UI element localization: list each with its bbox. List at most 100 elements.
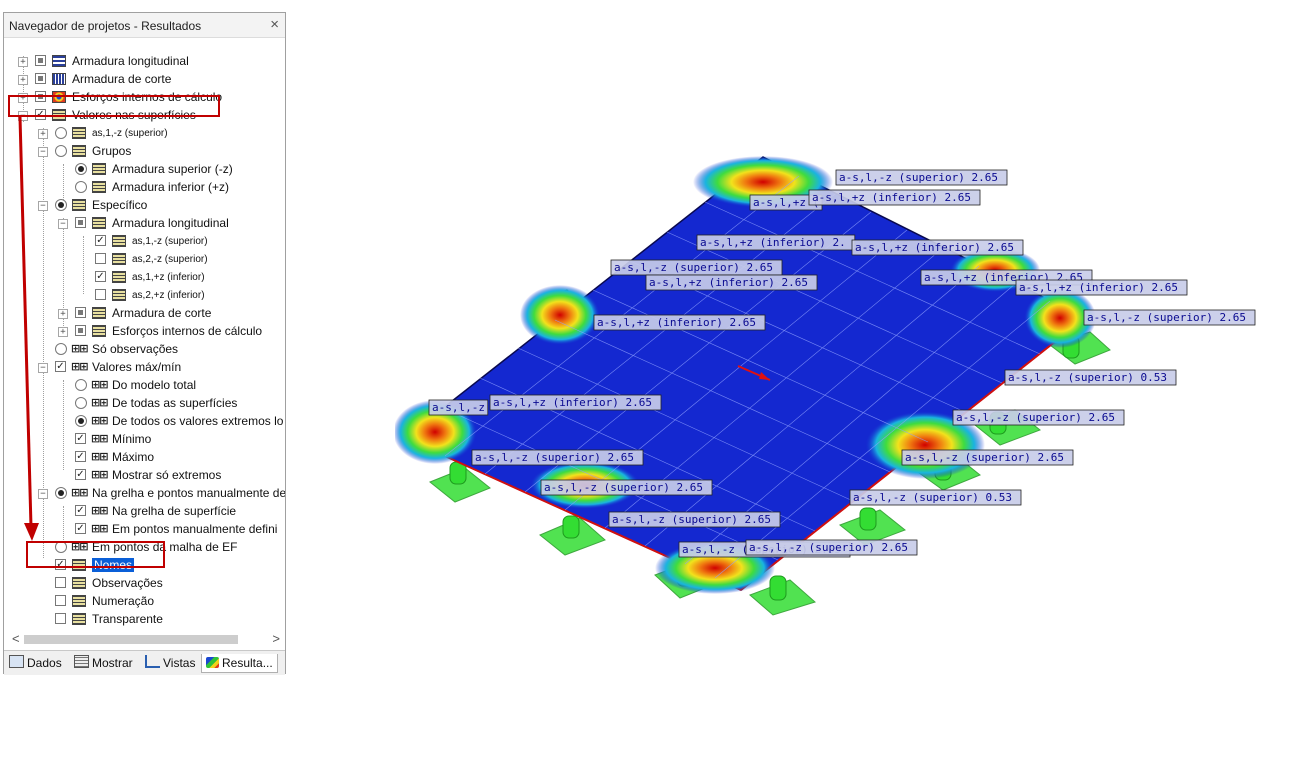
tree-item-label: Só observações [92, 342, 179, 356]
max-min-icon: ⊞⊞ [91, 450, 108, 463]
tree-item-label: Específico [92, 198, 148, 212]
radio-button[interactable] [55, 145, 67, 157]
result-label-text: a-s,l,-z (superior) 2.65 [839, 171, 998, 184]
checkbox[interactable] [75, 217, 86, 228]
checkbox[interactable] [35, 73, 46, 84]
annotation-arrow [18, 117, 39, 541]
checkbox[interactable] [55, 613, 66, 624]
checkbox[interactable] [95, 253, 106, 264]
max-min-icon: ⊞⊞ [71, 360, 88, 373]
highlight-box-nomes [26, 541, 165, 568]
result-label: a-s,l,-z (superior) 2.65 [1083, 309, 1256, 326]
checkbox[interactable]: ✓ [55, 361, 66, 372]
checkbox[interactable] [55, 595, 66, 606]
expand-icon[interactable]: + [18, 57, 28, 67]
checkbox[interactable] [95, 289, 106, 300]
result-label: a-s,l,+z (inferior) 2.65 [808, 189, 981, 206]
expand-icon[interactable]: + [58, 327, 68, 337]
result-label-text: a-s,l,+z (inferior) 2.65 [597, 316, 756, 329]
max-min-icon: ⊞⊞ [71, 486, 88, 499]
result-label: a-s,l,-z (superior) 2.65 [540, 479, 713, 496]
scroll-left-icon[interactable]: < [12, 631, 20, 646]
highlight-box-valores [8, 95, 220, 117]
tab-vistas[interactable]: Vistas [145, 654, 195, 672]
tab-label: Vistas [163, 656, 196, 670]
result-label-text: a-s,l,+z (inferior) 2.65 [812, 191, 971, 204]
radio-button[interactable] [55, 343, 67, 355]
max-min-icon: ⊞⊞ [91, 468, 108, 481]
horizontal-scrollbar[interactable]: < > [10, 631, 282, 647]
tab-mostrar[interactable]: Mostrar [74, 654, 133, 672]
collapse-icon[interactable]: − [58, 219, 68, 229]
tree-item-label: Transparente [92, 612, 163, 626]
tree-item-label: Na grelha e pontos manualmente de [92, 486, 285, 500]
radio-button[interactable] [75, 397, 87, 409]
radio-button[interactable] [75, 415, 87, 427]
display-icon [74, 655, 89, 668]
panel-title-bar: Navegador de projetos - Resultados × [4, 13, 285, 38]
checkbox[interactable]: ✓ [75, 523, 86, 534]
radio-button[interactable] [75, 181, 87, 193]
checkbox[interactable]: ✓ [95, 235, 106, 246]
radio-button[interactable] [75, 379, 87, 391]
tab-label: Dados [27, 656, 62, 670]
checkbox[interactable]: ✓ [95, 271, 106, 282]
panel-title: Navegador de projetos - Resultados [9, 19, 202, 33]
surface-values-icon [92, 307, 106, 319]
tab-dados[interactable]: Dados [9, 654, 62, 672]
scroll-right-icon[interactable]: > [272, 631, 280, 646]
surface-values-icon [72, 577, 86, 589]
surface-values-icon [92, 325, 106, 337]
checkbox[interactable] [75, 325, 86, 336]
radio-button[interactable] [55, 487, 67, 499]
result-label-text: a-s,l,-z (superior) 2.65 [905, 451, 1064, 464]
tree-item-label: De todas as superfícies [112, 396, 238, 410]
result-label-text: a-s,l,+z (inferior) 2.65 [649, 276, 808, 289]
radio-button[interactable] [55, 199, 67, 211]
expand-icon[interactable]: + [58, 309, 68, 319]
scrollbar-thumb[interactable] [24, 635, 238, 644]
result-label: a-s,l,-z (superior) 2.65 [610, 259, 783, 276]
result-label-text: a-s,l,-z (superior) 2.65 [1087, 311, 1246, 324]
surface-values-icon [92, 181, 106, 193]
checkbox[interactable] [75, 307, 86, 318]
model-3d-view[interactable]: a-s,l,-z (superior) 2.65a-s,l,+z (a-s,l,… [395, 150, 1275, 620]
radio-button[interactable] [55, 127, 67, 139]
max-min-icon: ⊞⊞ [91, 504, 108, 517]
max-min-icon: ⊞⊞ [71, 342, 88, 355]
result-label: a-s,l,-z (superior) 2.65 [745, 539, 918, 556]
result-label: a-s,l,+z (inferior) 2.65 [489, 394, 662, 411]
tab-label: Mostrar [92, 656, 133, 670]
data-icon [9, 655, 24, 668]
tab-resultados[interactable]: Resulta... [201, 654, 278, 673]
checkbox[interactable]: ✓ [75, 433, 86, 444]
expand-icon[interactable]: + [18, 75, 28, 85]
checkbox[interactable]: ✓ [75, 505, 86, 516]
checkbox[interactable] [55, 577, 66, 588]
checkbox[interactable] [35, 55, 46, 66]
tree-item-label: as,1,+z (inferior) [132, 272, 205, 283]
project-navigator-panel: Navegador de projetos - Resultados × + A… [3, 12, 286, 675]
result-label-text: a-s,l,+z (inferior) 2.65 [1019, 281, 1178, 294]
close-icon[interactable]: × [270, 16, 279, 33]
result-label: a-s,l,+z (inferior) 2.65 [1015, 279, 1188, 296]
groups-icon [72, 145, 86, 157]
checkbox[interactable]: ✓ [75, 469, 86, 480]
results-icon [206, 657, 219, 668]
views-icon [145, 655, 160, 668]
result-label: a-s,l,-z (superior) 0.53 [849, 489, 1022, 506]
result-label: a-s,l,-z (superior) 0.53 [1004, 369, 1177, 386]
result-label-text: a-s,l,-z (superior) 2.65 [475, 451, 634, 464]
result-label: a-s,l,-z (superior) 2.65 [471, 449, 644, 466]
surface-values-icon [112, 271, 126, 283]
result-label-text: a-s,l,-z (superior) 0.53 [853, 491, 1012, 504]
result-label-text: a-s,l,-z (superior) 2.65 [612, 513, 771, 526]
tree-item-label: Em pontos manualmente defini [112, 522, 278, 536]
tree-item-label: as,1,-z (superior) [92, 128, 168, 139]
tree-item-label: as,2,-z (superior) [132, 254, 208, 265]
result-label-text: a-s,l,+z (inferior) 2. [700, 236, 846, 249]
tree-item-label: Do modelo total [112, 378, 197, 392]
radio-button[interactable] [75, 163, 87, 175]
navigator-tabs: Dados Mostrar Vistas Resulta... [4, 650, 285, 675]
checkbox[interactable]: ✓ [75, 451, 86, 462]
